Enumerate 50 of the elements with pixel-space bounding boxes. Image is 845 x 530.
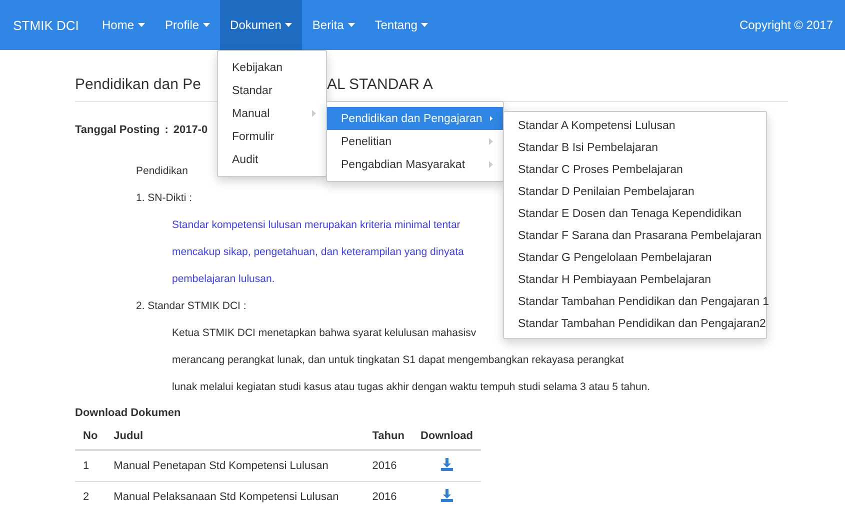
table-cell: Manual Penetapan Std Kompetensi Lulusan: [106, 450, 364, 482]
column-header: Judul: [106, 423, 364, 450]
menu-item[interactable]: Penelitian: [327, 130, 503, 153]
menu-item[interactable]: Standar: [218, 79, 326, 102]
table-cell: Manual Pelaksanaan Std Kompetensi Lulusan: [106, 482, 364, 512]
menu-item[interactable]: Formulir: [218, 125, 326, 148]
menu-item[interactable]: Standar F Sarana dan Prasarana Pembelajaran: [504, 225, 766, 247]
copyright-text: Copyright © 2017: [738, 17, 834, 34]
menu-item[interactable]: Manual: [218, 102, 326, 125]
menu-item[interactable]: Standar G Pengelolaan Pembelajaran: [504, 247, 766, 269]
menu-item[interactable]: Standar Tambahan Pendidikan dan Pengajaran2: [504, 313, 766, 335]
menu-item[interactable]: Standar Tambahan Pendidikan dan Pengajaran 1: [504, 291, 766, 313]
menu-item[interactable]: Kebijakan: [218, 56, 326, 79]
table-cell: 1: [75, 450, 106, 482]
menu-item[interactable]: Pendidikan dan Pengajaran: [327, 107, 503, 130]
column-header: Download: [412, 423, 481, 450]
link-text: pembelajaran lulusan.: [172, 272, 275, 287]
body-text: Ketua STMIK DCI menetapkan bahwa syarat kelulusan mahasisv: [172, 326, 476, 341]
body-text: merancang perangkat lunak, dan untuk tingkatan S1 dapat mengembangkan rekayasa perangkat: [172, 353, 624, 368]
menu-item[interactable]: Standar D Penilaian Pembelajaran: [504, 181, 766, 203]
link-text: Standar kompetensi lulusan merupakan kriteria minimal tentar: [172, 218, 460, 233]
page-title: AL STANDAR A: [327, 76, 434, 93]
brand-link[interactable]: STMIK DCI: [0, 0, 92, 50]
menu-item[interactable]: Pengabdian Masyarakat: [327, 153, 503, 176]
link-text: mencakup sikap, pengetahuan, dan keterampilan yang dinyata: [172, 245, 464, 260]
posting-date: 2017-0: [173, 124, 208, 136]
separator-text: :: [164, 124, 168, 136]
nav-menu[interactable]: Profile: [155, 0, 220, 50]
menu-item[interactable]: Audit: [218, 148, 326, 171]
menu-item[interactable]: Standar C Proses Pembelajaran: [504, 159, 766, 181]
body-text: Pendidikan: [136, 164, 188, 179]
nav-menu[interactable]: Berita: [302, 0, 365, 50]
menu-item[interactable]: Standar A Kompetensi Lulusan: [504, 115, 766, 137]
nav-menu[interactable]: Tentang: [364, 0, 438, 50]
section-heading: Download Dokumen: [75, 407, 182, 419]
menu-item[interactable]: Standar B Isi Pembelajaran: [504, 137, 766, 159]
table-cell: 2016: [364, 450, 412, 482]
body-text: 1. SN-Dikti :: [136, 191, 192, 206]
page-title: Pendidikan dan Pe: [75, 76, 202, 93]
menu-item[interactable]: Standar H Pembiayaan Pembelajaran: [504, 269, 766, 291]
column-header: No: [75, 423, 106, 450]
nav-menu[interactable]: Dokumen: [220, 0, 302, 50]
body-text: 2. Standar STMIK DCI :: [136, 299, 246, 314]
table-cell: 2016: [364, 482, 412, 512]
column-header: Tahun: [364, 423, 412, 450]
nav-menu[interactable]: Home: [92, 0, 156, 50]
menu-item[interactable]: Standar E Dosen dan Tenaga Kependidikan: [504, 203, 766, 225]
posting-label: Tanggal Posting: [75, 124, 160, 136]
table-cell: 2: [75, 482, 106, 512]
body-text: lunak melalui kegiatan studi kasus atau tugas akhir dengan waktu tempuh studi selama 3 atau 5 tahun.: [172, 380, 650, 395]
